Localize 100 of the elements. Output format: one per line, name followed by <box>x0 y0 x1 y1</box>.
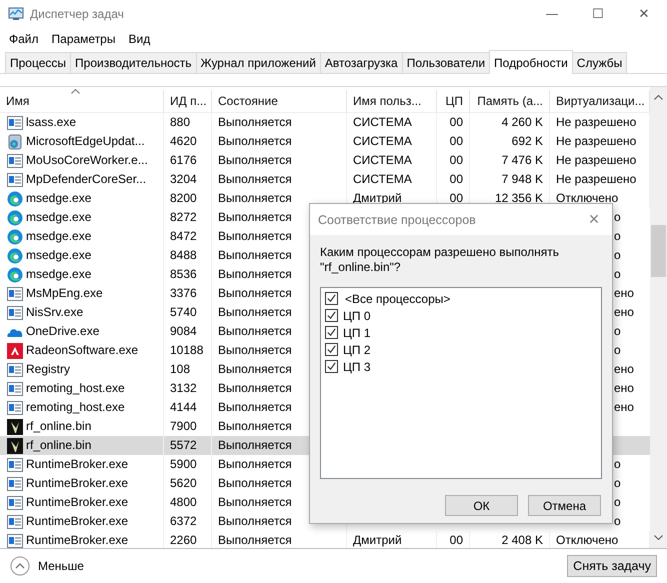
process-status: Выполняется <box>218 191 292 205</box>
process-status: Выполняется <box>218 495 292 509</box>
virtualization-status: Не разрешено <box>556 115 636 129</box>
tab[interactable]: Службы <box>572 52 628 73</box>
column-header[interactable]: Имя <box>0 90 164 112</box>
column-header[interactable]: ЦП <box>437 90 470 112</box>
process-id: 8272 <box>170 210 197 224</box>
user-name: СИСТЕМА <box>353 172 412 186</box>
process-name: RuntimeBroker.exe <box>26 456 128 473</box>
cpu-usage: 00 <box>450 115 463 129</box>
virtualization-status: о <box>614 514 621 528</box>
tab[interactable]: Автозагрузка <box>320 52 403 73</box>
virtualization-status: о <box>614 248 621 262</box>
process-name: RuntimeBroker.exe <box>26 494 128 511</box>
process-status: Выполняется <box>218 362 292 376</box>
process-status: Выполняется <box>218 324 292 338</box>
process-name: rf_online.bin <box>26 418 92 435</box>
maximize-button[interactable]: ☐ <box>575 0 621 28</box>
column-header[interactable]: Состояние <box>212 90 347 112</box>
process-name: remoting_host.exe <box>26 399 125 416</box>
process-status: Выполняется <box>218 476 292 490</box>
process-status: Выполняется <box>218 134 292 148</box>
process-status: Выполняется <box>218 305 292 319</box>
virtualization-status: о <box>614 210 621 224</box>
cpu-usage: 00 <box>450 134 463 148</box>
close-button[interactable]: ✕ <box>576 204 612 235</box>
cpu-usage: 00 <box>450 153 463 167</box>
process-name: lsass.exe <box>26 114 76 131</box>
process-id: 7900 <box>170 419 197 433</box>
process-id: 6176 <box>170 153 197 167</box>
minimize-button[interactable]: — <box>529 0 575 28</box>
end-task-button[interactable]: Снять задачу <box>567 555 657 577</box>
memory-usage: 7 476 K <box>502 153 543 167</box>
virtualization-status: о <box>614 324 621 338</box>
process-status: Выполняется <box>218 286 292 300</box>
process-id: 5572 <box>170 438 197 452</box>
process-status: Выполняется <box>218 229 292 243</box>
cpu-usage: 00 <box>450 172 463 186</box>
menu-item[interactable]: Вид <box>128 32 150 46</box>
column-header[interactable]: Память (а... <box>470 90 550 112</box>
tab[interactable]: Пользователи <box>402 52 490 73</box>
process-id: 108 <box>170 362 190 376</box>
user-name: Дмитрий <box>353 191 402 205</box>
process-id: 8488 <box>170 248 197 262</box>
tab[interactable]: Производительность <box>70 52 196 73</box>
process-status: Выполняется <box>218 381 292 395</box>
virtualization-status: о <box>614 343 621 357</box>
column-header[interactable]: ИД п... <box>164 90 212 112</box>
window-title: Диспетчер задач <box>30 7 124 21</box>
process-status: Выполняется <box>218 267 292 281</box>
cpu-usage: 00 <box>450 533 463 547</box>
memory-usage: 692 K <box>512 134 543 148</box>
process-name: remoting_host.exe <box>26 380 125 397</box>
processor-label: ЦП 0 <box>343 308 371 322</box>
process-name: MsMpEng.exe <box>26 285 103 302</box>
ok-button[interactable]: ОК <box>445 495 518 516</box>
virtualization-status: о <box>614 476 621 490</box>
process-status: Выполняется <box>218 400 292 414</box>
process-status: Выполняется <box>218 210 292 224</box>
virtualization-status: о <box>614 229 621 243</box>
process-status: Выполняется <box>218 115 292 129</box>
menu-item[interactable]: Файл <box>9 32 39 46</box>
process-name: msedge.exe <box>26 209 92 226</box>
close-button[interactable]: ✕ <box>621 0 667 28</box>
processor-label: <Все процессоры> <box>345 292 450 306</box>
process-status: Выполняется <box>218 438 292 452</box>
process-id: 3376 <box>170 286 197 300</box>
process-id: 4620 <box>170 134 197 148</box>
user-name: СИСТЕМА <box>353 134 412 148</box>
memory-usage: 12 356 K <box>494 191 543 205</box>
process-name: RadeonSoftware.exe <box>26 342 138 359</box>
process-id: 4800 <box>170 495 197 509</box>
process-id: 6372 <box>170 514 197 528</box>
process-name: RuntimeBroker.exe <box>26 532 128 548</box>
virtualization-status: ено <box>614 362 634 376</box>
tab[interactable]: Журнал приложений <box>196 52 321 73</box>
column-header[interactable]: Имя польз... <box>347 90 437 112</box>
virtualization-status: Отключено <box>556 191 618 205</box>
process-id: 10188 <box>170 343 204 357</box>
process-name: MpDefenderCoreSer... <box>26 171 146 188</box>
process-name: msedge.exe <box>26 247 92 264</box>
menu-item[interactable]: Параметры <box>52 32 116 46</box>
process-status: Выполняется <box>218 343 292 357</box>
tab[interactable]: Подробности <box>489 50 573 74</box>
process-name: OneDrive.exe <box>26 323 100 340</box>
processor-label: ЦП 1 <box>343 326 371 340</box>
user-name: Дмитрий <box>353 533 402 547</box>
user-name: СИСТЕМА <box>353 115 412 129</box>
fewer-details-link[interactable]: Меньше <box>38 559 84 573</box>
user-name: СИСТЕМА <box>353 153 412 167</box>
virtualization-status: Не разрешено <box>556 172 636 186</box>
tab[interactable]: Процессы <box>5 52 72 73</box>
dialog-question: Каким процессорам разрешено выполнять "rf_online.bin"? <box>320 245 560 275</box>
process-name: NisSrv.exe <box>26 304 84 321</box>
memory-usage: 4 260 K <box>502 115 543 129</box>
cancel-button[interactable]: Отмена <box>528 495 601 516</box>
virtualization-status: о <box>614 457 621 471</box>
process-name: msedge.exe <box>26 190 92 207</box>
dialog-title: Соответствие процессоров <box>318 212 476 226</box>
memory-usage: 2 408 K <box>502 533 543 547</box>
